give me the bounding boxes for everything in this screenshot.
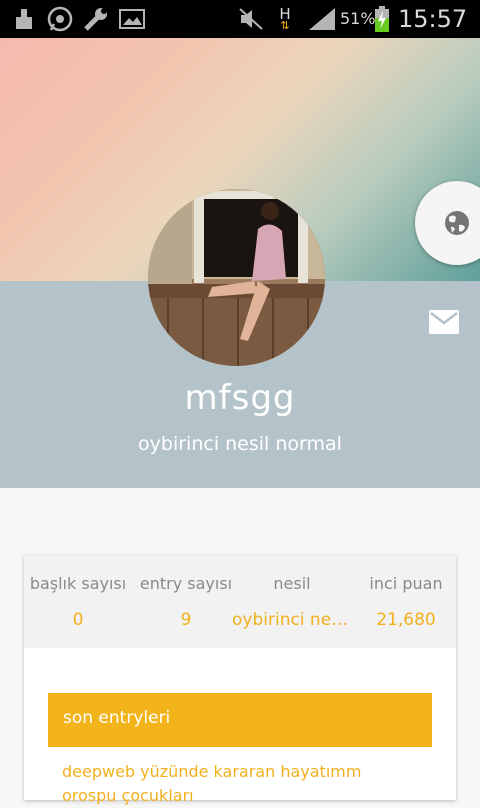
stat-title-count: başlık sayısı 0 <box>24 556 132 648</box>
signal-icon <box>306 6 338 32</box>
recent-entries-title: son entryleri <box>63 708 171 728</box>
status-bar: H ⇅ 51% 15:57 <box>0 0 480 38</box>
recent-entries-header: son entryleri <box>48 693 432 747</box>
clock: 15:57 <box>398 5 468 33</box>
stat-value: 0 <box>72 610 84 630</box>
stat-value: oybirinci nesil normal <box>232 610 352 630</box>
stat-entry-count: entry sayısı 9 <box>132 556 240 648</box>
stat-value: 21,680 <box>376 610 436 630</box>
whatsapp-icon <box>45 6 75 32</box>
stats-row: başlık sayısı 0 entry sayısı 9 nesil oyb… <box>24 556 456 648</box>
stat-label: entry sayısı <box>139 574 233 593</box>
stat-label: nesil <box>273 574 311 593</box>
stat-generation: nesil oybirinci nesil normal <box>232 556 352 648</box>
mute-icon <box>236 6 266 32</box>
stat-label: başlık sayısı <box>29 574 127 593</box>
message-button[interactable] <box>428 308 460 336</box>
stat-score: inci puan 21,680 <box>358 556 454 648</box>
battery-charging-icon <box>371 6 393 32</box>
website-button[interactable] <box>415 181 480 265</box>
wrench-icon <box>80 6 112 32</box>
stats-card: başlık sayısı 0 entry sayısı 9 nesil oyb… <box>24 556 456 805</box>
mail-icon <box>429 310 459 334</box>
globe-icon <box>445 211 469 235</box>
list-item[interactable]: deepweb yüzünde kararan hayatımm orospu … <box>62 760 402 808</box>
gallery-icon <box>116 6 148 32</box>
profile-subtitle: oybirinci nesil normal <box>138 433 342 455</box>
stat-value: 9 <box>180 610 192 630</box>
profile-username: mfsgg <box>184 378 296 418</box>
stat-label: inci puan <box>369 574 443 593</box>
avatar[interactable] <box>148 189 325 366</box>
avatar-photo <box>148 189 325 366</box>
network-type-icon: H ⇅ <box>279 5 291 32</box>
cleaner-icon <box>10 6 38 32</box>
entry-title: deepweb yüzünde kararan hayatımm orospu … <box>62 762 362 805</box>
